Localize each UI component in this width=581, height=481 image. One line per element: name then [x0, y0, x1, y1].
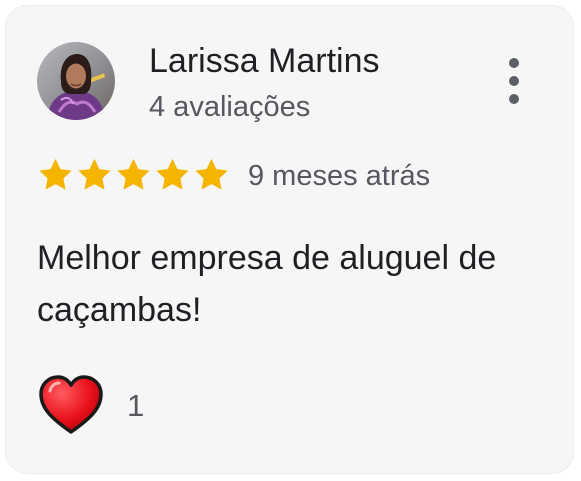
author-review-count: 4 avaliações: [149, 91, 311, 123]
author-name[interactable]: Larissa Martins: [149, 39, 380, 83]
more-options-button[interactable]: [502, 57, 526, 105]
like-button[interactable]: [37, 374, 105, 436]
star-icon: [117, 158, 150, 190]
review-date: 9 meses atrás: [248, 160, 431, 192]
star-icon: [39, 158, 72, 190]
star-icon: [156, 158, 189, 190]
avatar-image: [37, 42, 115, 120]
review-text: Melhor empresa de aluguel de caçambas!: [37, 239, 497, 329]
more-vertical-icon-dot: [509, 76, 519, 86]
star-icon: [78, 158, 111, 190]
avatar[interactable]: [37, 42, 115, 120]
more-vertical-icon: [509, 58, 519, 68]
heart-icon: [39, 375, 103, 434]
star-rating: [36, 156, 231, 194]
more-vertical-icon-dot: [509, 94, 519, 104]
review-card: Larissa Martins 4 avaliações 9 meses atr…: [5, 5, 574, 474]
star-icon: [195, 158, 228, 190]
like-count: 1: [127, 388, 145, 423]
